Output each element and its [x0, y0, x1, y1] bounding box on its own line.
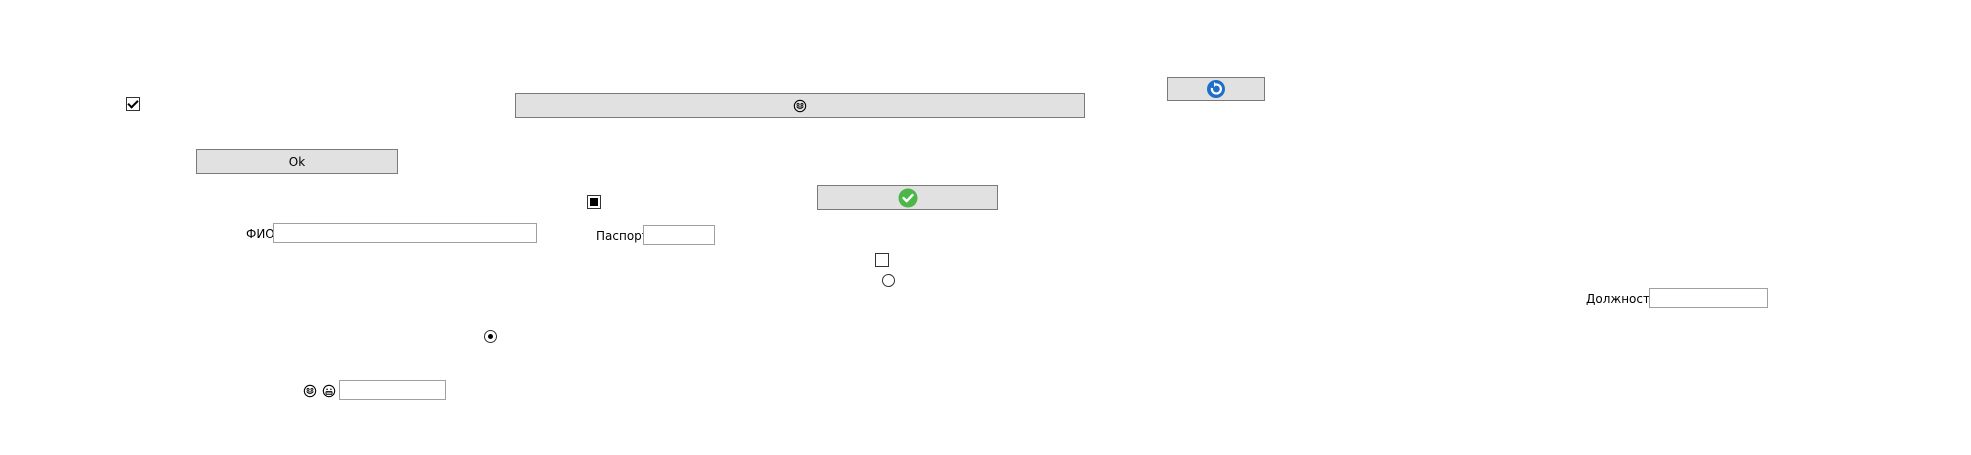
smiley-face-icon — [793, 99, 807, 112]
checkbox-indeterminate[interactable] — [587, 195, 601, 209]
radio-unchecked[interactable] — [882, 274, 895, 287]
green-check-icon — [898, 188, 917, 207]
smiley-button[interactable] — [515, 93, 1085, 118]
ok-button[interactable]: Ok — [196, 149, 398, 174]
grinning-face-icon — [322, 384, 336, 398]
checkbox-unchecked[interactable] — [875, 253, 889, 267]
checkbox-checked[interactable] — [126, 97, 140, 111]
emoji-field[interactable] — [339, 380, 446, 400]
smiley-face-icon — [303, 384, 317, 398]
passport-field[interactable] — [643, 225, 715, 245]
fio-label: ФИО — [246, 227, 275, 241]
refresh-button[interactable] — [1167, 77, 1265, 101]
position-label: Должность — [1586, 292, 1658, 306]
blue-refresh-icon — [1207, 80, 1225, 98]
radio-checked[interactable] — [484, 330, 497, 343]
fio-field[interactable] — [273, 223, 537, 243]
ok-button-label: Ok — [288, 154, 306, 169]
confirm-button[interactable] — [817, 185, 998, 210]
position-field[interactable] — [1649, 288, 1768, 308]
passport-label: Паспорт — [596, 229, 649, 243]
